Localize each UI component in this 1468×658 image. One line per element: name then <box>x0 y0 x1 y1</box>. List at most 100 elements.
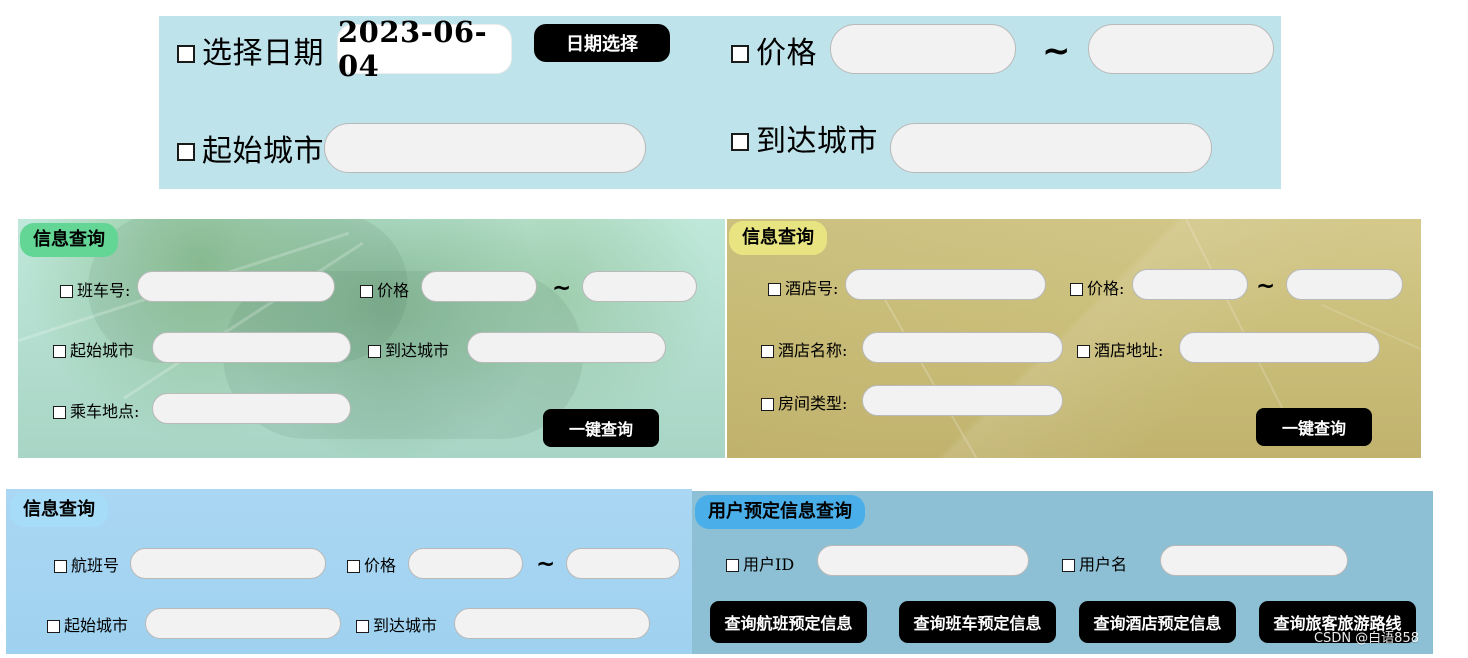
hotel-price-checkbox[interactable] <box>1070 282 1083 296</box>
boarding-place-input[interactable] <box>152 393 351 424</box>
flight-price-label: 价格 <box>364 556 397 575</box>
price-checkbox-label[interactable]: 价格 <box>731 39 817 69</box>
hotel-min-price-input[interactable] <box>1132 269 1248 300</box>
bus-departure-city-input[interactable] <box>152 332 351 363</box>
price-label: 价格 <box>756 36 817 71</box>
bus-price-checkbox-label[interactable]: 价格 <box>360 283 409 299</box>
hotel-price-range-separator: ~ <box>1256 273 1276 299</box>
hotel-price-checkbox-label[interactable]: 价格: <box>1070 281 1124 297</box>
query-hotel-booking-button[interactable]: 查询酒店预定信息 <box>1079 601 1236 643</box>
flight-price-checkbox-label[interactable]: 价格 <box>347 558 396 574</box>
username-checkbox-label[interactable]: 用户名 <box>1062 557 1127 573</box>
hotel-number-input[interactable] <box>845 269 1046 300</box>
flight-price-range-separator: ~ <box>536 551 556 577</box>
flight-departure-city-checkbox[interactable] <box>47 619 60 633</box>
room-type-input[interactable] <box>862 385 1063 416</box>
departure-city-checkbox[interactable] <box>177 143 195 161</box>
flight-departure-city-checkbox-label[interactable]: 起始城市 <box>47 618 128 634</box>
hotel-query-panel: 信息查询 酒店号: 价格: ~ 酒店名称: 酒店地址: 房间类型: 一键查询 <box>727 219 1421 458</box>
min-price-input[interactable] <box>830 24 1016 74</box>
departure-city-input[interactable] <box>324 123 646 173</box>
bus-number-label: 班车号: <box>77 281 131 300</box>
flight-number-label: 航班号 <box>71 556 120 575</box>
hotel-address-checkbox-label[interactable]: 酒店地址: <box>1077 343 1163 359</box>
bus-arrival-city-checkbox-label[interactable]: 到达城市 <box>368 343 449 359</box>
flight-number-checkbox-label[interactable]: 航班号 <box>54 558 119 574</box>
user-booking-query-panel: 用户预定信息查询 用户ID 用户名 查询航班预定信息 查询班车预定信息 查询酒店… <box>692 491 1433 654</box>
hotel-name-checkbox[interactable] <box>761 344 774 358</box>
boarding-place-checkbox[interactable] <box>53 405 66 419</box>
select-date-checkbox[interactable] <box>177 45 195 63</box>
flight-arrival-city-label: 到达城市 <box>373 616 438 635</box>
query-bus-booking-button[interactable]: 查询班车预定信息 <box>899 601 1056 643</box>
hotel-address-input[interactable] <box>1179 332 1380 363</box>
room-type-checkbox[interactable] <box>761 397 774 411</box>
flight-number-input[interactable] <box>130 548 326 579</box>
hotel-name-input[interactable] <box>862 332 1063 363</box>
price-checkbox[interactable] <box>731 45 749 63</box>
bus-one-click-query-button[interactable]: 一键查询 <box>543 409 659 447</box>
hotel-light-line-decoration <box>875 284 1002 458</box>
flight-number-checkbox[interactable] <box>54 559 67 573</box>
room-type-label: 房间类型: <box>778 394 848 413</box>
flight-query-panel: 信息查询 航班号 价格 ~ 起始城市 到达城市 <box>6 489 692 654</box>
bus-min-price-input[interactable] <box>421 271 537 302</box>
departure-city-checkbox-label[interactable]: 起始城市 <box>177 137 324 167</box>
username-checkbox[interactable] <box>1062 558 1075 572</box>
bus-max-price-input[interactable] <box>582 271 697 302</box>
hotel-max-price-input[interactable] <box>1286 269 1403 300</box>
flight-arrival-city-input[interactable] <box>454 608 650 639</box>
username-label: 用户名 <box>1079 555 1128 574</box>
hotel-price-label: 价格: <box>1087 279 1125 298</box>
csdn-watermark: CSDN @白语858 <box>1313 631 1419 646</box>
flight-departure-city-label: 起始城市 <box>64 616 129 635</box>
hotel-address-checkbox[interactable] <box>1077 344 1090 358</box>
query-flight-booking-button[interactable]: 查询航班预定信息 <box>710 601 867 643</box>
hotel-name-label: 酒店名称: <box>778 341 848 360</box>
arrival-city-label: 到达城市 <box>756 124 878 159</box>
flight-arrival-city-checkbox[interactable] <box>356 619 369 633</box>
select-date-checkbox-label[interactable]: 选择日期 <box>177 39 324 69</box>
room-type-checkbox-label[interactable]: 房间类型: <box>761 396 847 412</box>
flight-max-price-input[interactable] <box>566 548 680 579</box>
bus-number-checkbox-label[interactable]: 班车号: <box>60 283 130 299</box>
flight-min-price-input[interactable] <box>408 548 523 579</box>
hotel-name-checkbox-label[interactable]: 酒店名称: <box>761 343 847 359</box>
bus-number-input[interactable] <box>137 271 335 302</box>
flight-price-checkbox[interactable] <box>347 559 360 573</box>
select-date-label: 选择日期 <box>202 36 324 71</box>
bus-arrival-city-label: 到达城市 <box>385 341 450 360</box>
hotel-light-line-decoration-2 <box>1185 219 1296 434</box>
flight-arrival-city-checkbox-label[interactable]: 到达城市 <box>356 618 437 634</box>
hotel-one-click-query-button[interactable]: 一键查询 <box>1256 408 1372 446</box>
bus-price-checkbox[interactable] <box>360 284 373 298</box>
arrival-city-checkbox-label[interactable]: 到达城市 <box>731 127 878 157</box>
user-id-checkbox-label[interactable]: 用户ID <box>726 557 794 573</box>
username-input[interactable] <box>1160 545 1348 576</box>
pick-date-button[interactable]: 日期选择 <box>534 24 670 62</box>
hotel-number-checkbox[interactable] <box>768 282 781 296</box>
flight-query-title: 信息查询 <box>10 493 108 527</box>
price-range-separator: ~ <box>1042 31 1071 71</box>
hotel-number-checkbox-label[interactable]: 酒店号: <box>768 281 838 297</box>
hotel-address-label: 酒店地址: <box>1094 341 1164 360</box>
arrival-city-checkbox[interactable] <box>731 133 749 151</box>
bus-number-checkbox[interactable] <box>60 284 73 298</box>
user-id-input[interactable] <box>817 545 1029 576</box>
bus-arrival-city-input[interactable] <box>467 332 666 363</box>
bus-departure-city-checkbox[interactable] <box>53 344 66 358</box>
bus-price-label: 价格 <box>377 281 410 300</box>
user-booking-query-title: 用户预定信息查询 <box>695 495 865 529</box>
bus-arrival-city-checkbox[interactable] <box>368 344 381 358</box>
max-price-input[interactable] <box>1088 24 1274 74</box>
arrival-city-input[interactable] <box>890 123 1212 173</box>
user-id-checkbox[interactable] <box>726 558 739 572</box>
bus-price-range-separator: ~ <box>552 275 572 301</box>
hotel-query-title: 信息查询 <box>729 221 827 255</box>
user-id-label: 用户ID <box>743 555 795 574</box>
flight-departure-city-input[interactable] <box>145 608 341 639</box>
bus-departure-city-checkbox-label[interactable]: 起始城市 <box>53 343 134 359</box>
bus-departure-city-label: 起始城市 <box>70 341 135 360</box>
boarding-place-checkbox-label[interactable]: 乘车地点: <box>53 404 139 420</box>
bus-query-title: 信息查询 <box>20 223 118 257</box>
